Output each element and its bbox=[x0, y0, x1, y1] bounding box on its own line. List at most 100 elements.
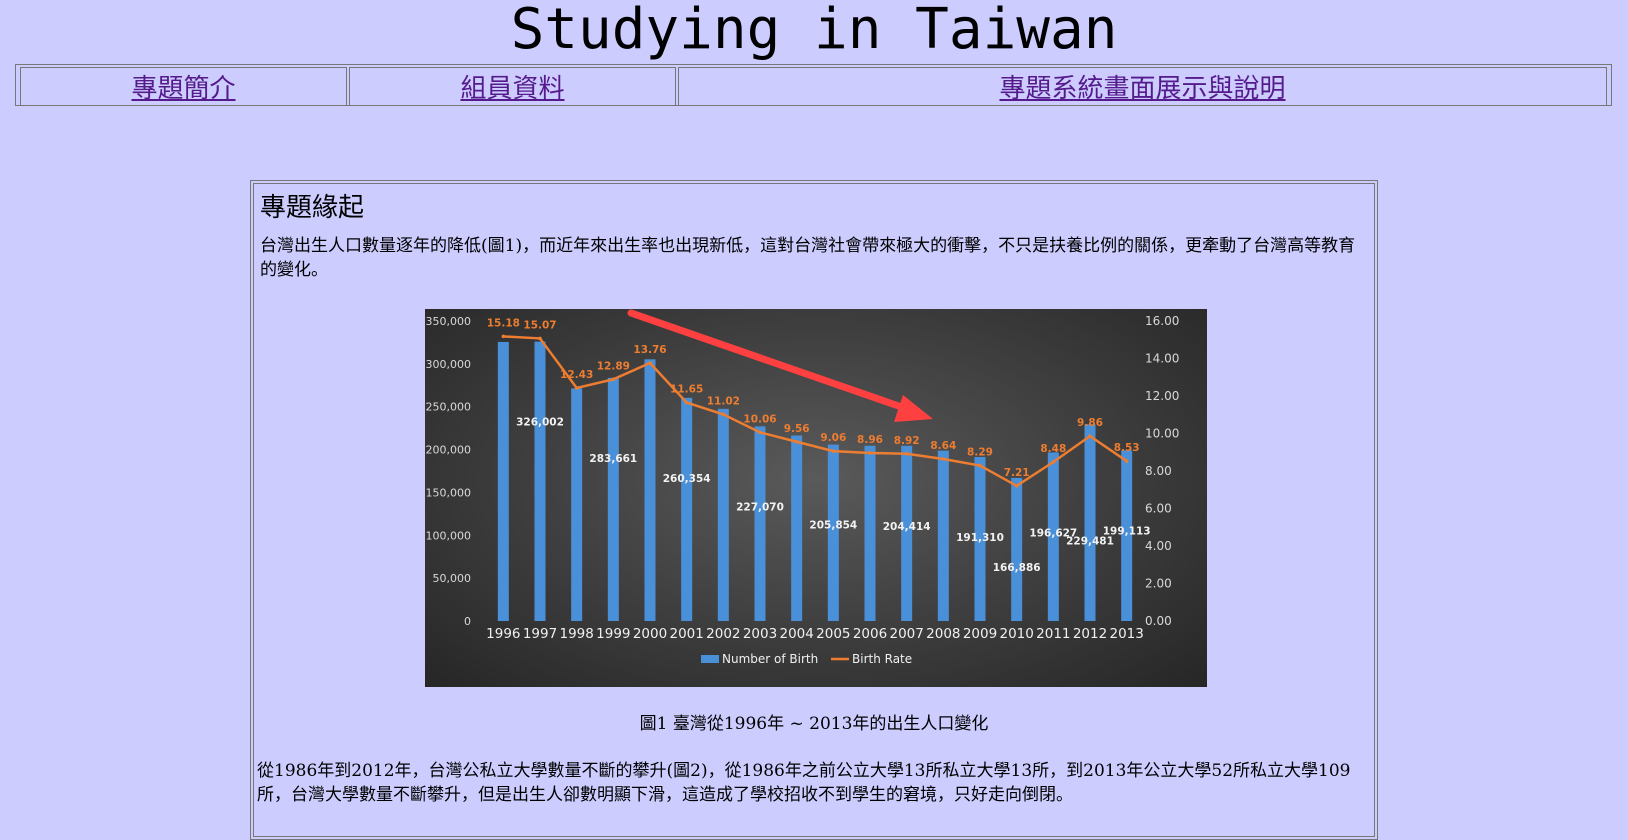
line-data-label: 8.53 bbox=[1114, 442, 1140, 454]
birth-chart: 0 50,000 100,000 150,000 200,000 250,000 300,0… bbox=[426, 309, 1179, 666]
line-point-birth-rate bbox=[868, 451, 872, 455]
line-point-birth-rate bbox=[574, 386, 579, 390]
x-tick-label: 1997 bbox=[523, 626, 557, 642]
y-right-tick-label: 12.00 bbox=[1145, 389, 1179, 403]
bar-number-of-birth bbox=[607, 377, 619, 621]
bar-data-label: 283,661 bbox=[589, 453, 637, 465]
content-inner: 專題緣起 台灣出生人口數量逐年的降低(圖1)，而近年來出生率也出現新低，這對台灣… bbox=[253, 183, 1375, 837]
bar-number-of-birth bbox=[901, 445, 913, 621]
y-left-tick-label: 350,000 bbox=[426, 315, 472, 328]
line-point-birth-rate bbox=[721, 412, 726, 417]
x-tick-label: 2013 bbox=[1109, 626, 1143, 642]
y-right-tick-label: 0.00 bbox=[1145, 614, 1172, 628]
content-panel: 專題緣起 台灣出生人口數量逐年的降低(圖1)，而近年來出生率也出現新低，這對台灣… bbox=[250, 180, 1378, 840]
x-tick-label: 2000 bbox=[633, 626, 667, 642]
section-heading: 專題緣起 bbox=[260, 193, 365, 223]
bar-data-label: 326,002 bbox=[516, 417, 564, 429]
bar-number-of-birth bbox=[937, 450, 949, 621]
line-point-birth-rate bbox=[1014, 484, 1019, 488]
top-nav: 專題簡介 組員資料 專題系統畫面展示與說明 bbox=[15, 64, 1612, 106]
bar-number-of-birth bbox=[571, 388, 583, 621]
line-data-label: 8.48 bbox=[1040, 443, 1066, 455]
x-tick-label: 1998 bbox=[559, 626, 593, 642]
nav-cell-members: 組員資料 bbox=[349, 67, 676, 106]
line-data-label: 8.64 bbox=[930, 440, 956, 452]
bar-number-of-birth bbox=[497, 341, 509, 621]
bar-number-of-birth bbox=[644, 359, 656, 621]
bar-number-of-birth bbox=[791, 435, 803, 621]
bar-data-label: 199,113 bbox=[1103, 525, 1151, 537]
x-tick-label: 2002 bbox=[706, 626, 740, 642]
line-data-label: 11.02 bbox=[707, 395, 740, 407]
bar-data-label: 260,354 bbox=[663, 473, 711, 485]
nav-cell-demo: 專題系統畫面展示與說明 bbox=[678, 67, 1607, 106]
line-data-label: 12.89 bbox=[597, 360, 630, 372]
x-tick-label: 2001 bbox=[669, 626, 703, 642]
line-point-birth-rate bbox=[1088, 434, 1092, 438]
line-data-label: 8.92 bbox=[894, 435, 920, 447]
x-tick-label: 2012 bbox=[1073, 626, 1107, 642]
line-data-label: 9.86 bbox=[1077, 417, 1103, 429]
y-right-tick-label: 6.00 bbox=[1145, 502, 1172, 516]
x-tick-label: 2003 bbox=[743, 626, 777, 642]
line-data-label: 15.18 bbox=[487, 317, 520, 329]
bar-data-label: 205,854 bbox=[809, 520, 857, 532]
line-point-birth-rate bbox=[904, 451, 909, 456]
line-data-label: 15.07 bbox=[523, 319, 556, 331]
bar-number-of-birth bbox=[681, 397, 693, 621]
nav-link-demo[interactable]: 專題系統畫面展示與說明 bbox=[999, 74, 1285, 104]
line-point-birth-rate bbox=[611, 377, 616, 382]
universities-paragraph: 從1986年到2012年，台灣公私立大學數量不斷的攀升(圖2)，從1986年之前… bbox=[257, 761, 1351, 805]
x-tick-label: 2006 bbox=[853, 626, 887, 642]
line-point-birth-rate bbox=[758, 430, 762, 435]
x-tick-label: 2010 bbox=[999, 626, 1033, 642]
line-data-label: 11.65 bbox=[670, 384, 703, 396]
x-tick-label: 2011 bbox=[1036, 626, 1070, 642]
line-data-label: 9.56 bbox=[784, 423, 810, 435]
nav-link-intro[interactable]: 專題簡介 bbox=[131, 74, 235, 104]
y-right-tick-label: 14.00 bbox=[1145, 352, 1179, 366]
y-right-tick-label: 2.00 bbox=[1145, 577, 1172, 591]
x-tick-label: 2005 bbox=[816, 626, 850, 642]
bar-number-of-birth bbox=[864, 445, 876, 621]
line-data-label: 12.43 bbox=[560, 369, 593, 381]
y-right-tick-label: 10.00 bbox=[1145, 427, 1179, 441]
y-left-tick-label: 0 bbox=[464, 615, 471, 628]
site-title: Studying in Taiwan bbox=[510, 0, 1118, 62]
figure-caption: 圖1 臺灣從1996年 ~ 2013年的出生人口變化 bbox=[639, 714, 989, 734]
legend-label-birth-rate: Birth Rate bbox=[852, 652, 912, 666]
x-tick-label: 1999 bbox=[596, 626, 630, 642]
line-point-birth-rate bbox=[501, 334, 506, 339]
bar-data-label: 227,070 bbox=[736, 501, 784, 513]
line-point-birth-rate bbox=[1051, 460, 1056, 464]
line-point-birth-rate bbox=[1124, 459, 1129, 463]
y-left-tick-label: 200,000 bbox=[426, 444, 472, 457]
y-left-tick-label: 50,000 bbox=[433, 572, 472, 585]
line-point-birth-rate bbox=[684, 400, 689, 405]
line-data-label: 10.06 bbox=[743, 413, 776, 425]
line-data-label: 7.21 bbox=[1004, 467, 1030, 479]
legend-swatch-number-of-birth bbox=[701, 655, 719, 663]
bar-number-of-birth bbox=[1084, 424, 1096, 621]
line-point-birth-rate bbox=[978, 463, 982, 468]
y-right-tick-label: 4.00 bbox=[1145, 539, 1172, 553]
nav-link-members[interactable]: 組員資料 bbox=[460, 74, 564, 104]
line-data-label: 9.06 bbox=[820, 432, 846, 444]
y-left-tick-label: 300,000 bbox=[426, 358, 472, 371]
bar-number-of-birth bbox=[717, 408, 729, 621]
trend-arrow-shaft bbox=[627, 309, 917, 415]
birth-chart-figure: 0 50,000 100,000 150,000 200,000 250,000 300,0… bbox=[425, 309, 1207, 687]
y-left-tick-label: 100,000 bbox=[426, 529, 472, 542]
bar-number-of-birth bbox=[1011, 477, 1023, 621]
legend-label-number-of-birth: Number of Birth bbox=[722, 652, 818, 666]
y-right-tick-label: 8.00 bbox=[1145, 464, 1172, 478]
bar-data-label: 166,886 bbox=[993, 562, 1041, 574]
x-tick-label: 2009 bbox=[963, 626, 997, 642]
y-left-tick-label: 150,000 bbox=[426, 486, 472, 499]
nav-cell-intro: 專題簡介 bbox=[20, 67, 347, 106]
bar-number-of-birth bbox=[827, 444, 839, 621]
bar-number-of-birth bbox=[754, 426, 766, 621]
line-data-label: 8.29 bbox=[967, 447, 993, 459]
x-tick-label: 1996 bbox=[486, 626, 520, 642]
x-tick-label: 2008 bbox=[926, 626, 960, 642]
